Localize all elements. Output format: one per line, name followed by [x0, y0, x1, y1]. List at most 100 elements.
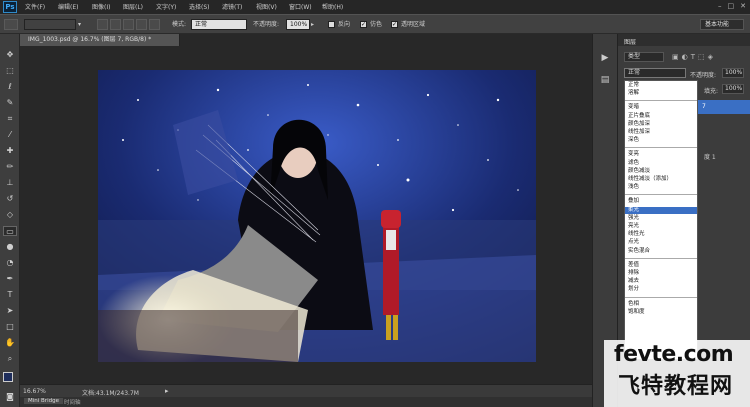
angle-gradient-icon[interactable]: [123, 19, 134, 30]
blend-mode-option[interactable]: 实色混合: [625, 248, 697, 255]
blend-mode-option[interactable]: 线性减淡（添加）: [625, 176, 697, 183]
maximize-icon[interactable]: □: [728, 2, 735, 12]
gradient-tool-preset-icon[interactable]: [4, 19, 18, 30]
layers-panel-title[interactable]: 图层: [624, 37, 636, 46]
tab-timeline[interactable]: 时间轴: [64, 398, 81, 406]
zoom-level[interactable]: 16.67%: [23, 388, 46, 395]
eraser-tool-icon[interactable]: ◇: [3, 210, 17, 220]
menu-layer[interactable]: 图层(L): [123, 3, 143, 12]
radial-gradient-icon[interactable]: [110, 19, 121, 30]
blend-menu-separator: [625, 257, 697, 259]
play-action-icon[interactable]: ▶: [599, 52, 611, 64]
dodge-tool-icon[interactable]: ◔: [3, 258, 17, 268]
hand-tool-icon[interactable]: ✋: [3, 338, 17, 348]
crop-tool-icon[interactable]: ⌗: [3, 114, 17, 124]
blend-mode-option[interactable]: 饱和度: [625, 309, 697, 316]
transparency-checkbox[interactable]: ✓: [391, 21, 398, 28]
workspace-select[interactable]: 基本功能: [700, 19, 744, 30]
zoom-tool-icon[interactable]: ⌕: [3, 354, 17, 364]
path-select-tool-icon[interactable]: ➤: [3, 306, 17, 316]
blend-mode-option[interactable]: 柔光: [625, 206, 697, 214]
type-tool-icon[interactable]: T: [3, 290, 17, 300]
opacity-input[interactable]: 100%: [286, 19, 310, 30]
blend-mode-option[interactable]: 色相: [625, 301, 697, 308]
blend-mode-option[interactable]: 划分: [625, 286, 697, 293]
move-tool-icon[interactable]: ✥: [3, 50, 17, 60]
blend-mode-option[interactable]: 正常: [625, 82, 697, 89]
blend-mode-option[interactable]: 溶解: [625, 90, 697, 97]
history-brush-icon[interactable]: ↺: [3, 194, 17, 204]
watermark-domain: fevte.com: [614, 342, 734, 367]
opacity-value: 100%: [290, 21, 308, 28]
canvas-photo[interactable]: [98, 70, 536, 362]
menu-help[interactable]: 帮助(H): [322, 3, 343, 12]
brush-tool-icon[interactable]: ✏: [3, 162, 17, 172]
status-menu-arrow-icon[interactable]: ▸: [165, 387, 169, 395]
blend-mode-option[interactable]: 线性光: [625, 231, 697, 238]
blend-mode-option[interactable]: 颜色减淡: [625, 168, 697, 175]
document-tab[interactable]: IMG_1003.psd @ 16.7% (图层 7, RGB/8) *: [20, 34, 180, 46]
blend-mode-option[interactable]: 变暗: [625, 104, 697, 111]
layer-kind-value: 类型: [628, 53, 641, 60]
selected-layer-row[interactable]: 7: [698, 100, 750, 114]
blend-mode-option[interactable]: 变亮: [625, 151, 697, 158]
blend-mode-option[interactable]: 深色: [625, 137, 697, 144]
quick-select-tool-icon[interactable]: ✎: [3, 98, 17, 108]
site-watermark: fevte.com 飞特教程网: [604, 340, 750, 407]
dither-checkbox[interactable]: ✓: [360, 21, 367, 28]
gradient-dropdown-icon[interactable]: ▾: [78, 19, 86, 30]
gradient-preview[interactable]: [24, 19, 76, 30]
blend-mode-option[interactable]: 正片叠底: [625, 113, 697, 120]
blur-tool-icon[interactable]: ●: [3, 242, 17, 252]
blend-mode-select[interactable]: 正常: [624, 68, 686, 78]
blend-mode-option[interactable]: 排除: [625, 270, 697, 277]
foreground-color-swatch[interactable]: [3, 372, 13, 382]
blend-mode-option[interactable]: 颜色加深: [625, 121, 697, 128]
linear-gradient-icon[interactable]: [97, 19, 108, 30]
blend-mode-option[interactable]: 点光: [625, 239, 697, 246]
menu-type[interactable]: 文字(Y): [156, 3, 176, 12]
layer-filter-icons[interactable]: ▣◐T⬚◈: [672, 53, 716, 61]
quick-mask-icon[interactable]: ◙: [3, 392, 17, 402]
layers-panel-header: 图层: [618, 34, 750, 46]
blend-mode-option[interactable]: 浅色: [625, 184, 697, 191]
blend-mode-option[interactable]: 线性加深: [625, 129, 697, 136]
gradient-tool-icon[interactable]: ▭: [3, 226, 17, 236]
blend-mode-option[interactable]: 叠加: [625, 198, 697, 205]
reflected-gradient-icon[interactable]: [136, 19, 147, 30]
opacity-dropdown-icon[interactable]: ▸: [311, 19, 318, 30]
layer-kind-filter[interactable]: 类型: [624, 52, 664, 62]
menu-filter[interactable]: 滤镜(T): [222, 3, 242, 12]
mode-select[interactable]: 正常: [191, 19, 247, 30]
menu-window[interactable]: 窗口(W): [289, 3, 312, 12]
rectangle-tool-icon[interactable]: □: [3, 322, 17, 332]
menu-image[interactable]: 图像(I): [92, 3, 110, 12]
blend-mode-option[interactable]: 亮光: [625, 223, 697, 230]
blend-mode-option[interactable]: 强光: [625, 215, 697, 222]
eyedropper-tool-icon[interactable]: ⁄: [3, 130, 17, 140]
history-panel-icon[interactable]: ▤: [599, 74, 611, 86]
menu-view[interactable]: 视图(V): [256, 3, 277, 12]
options-bar: ▾ 模式: 正常 不透明度: 100% ▸ 反向 ✓ 仿色 ✓ 透明区域 基本功…: [0, 14, 750, 34]
pen-tool-icon[interactable]: ✒: [3, 274, 17, 284]
lasso-tool-icon[interactable]: ℓ: [3, 82, 17, 92]
photoshop-logo: Ps: [3, 1, 17, 13]
blend-mode-option[interactable]: 差值: [625, 262, 697, 269]
layer-opacity-input[interactable]: 100%: [722, 68, 744, 78]
minimize-icon[interactable]: –: [718, 2, 722, 12]
close-icon[interactable]: ✕: [740, 2, 746, 12]
menu-select[interactable]: 选择(S): [189, 3, 210, 12]
blend-mode-option[interactable]: 滤色: [625, 160, 697, 167]
tab-mini-bridge[interactable]: Mini Bridge: [24, 398, 63, 404]
fill-input[interactable]: 100%: [722, 84, 744, 94]
reverse-checkbox[interactable]: [328, 21, 335, 28]
menu-edit[interactable]: 编辑(E): [58, 3, 78, 12]
marquee-tool-icon[interactable]: ⬚: [3, 66, 17, 76]
blend-mode-option[interactable]: 减去: [625, 278, 697, 285]
menu-bar: Ps 文件(F) 编辑(E) 图像(I) 图层(L) 文字(Y) 选择(S) 滤…: [0, 0, 750, 14]
healing-brush-icon[interactable]: ✚: [3, 146, 17, 156]
clone-stamp-icon[interactable]: ⊥: [3, 178, 17, 188]
watermark-site-name: 飞特教程网: [618, 374, 734, 399]
diamond-gradient-icon[interactable]: [149, 19, 160, 30]
menu-file[interactable]: 文件(F): [25, 3, 45, 12]
